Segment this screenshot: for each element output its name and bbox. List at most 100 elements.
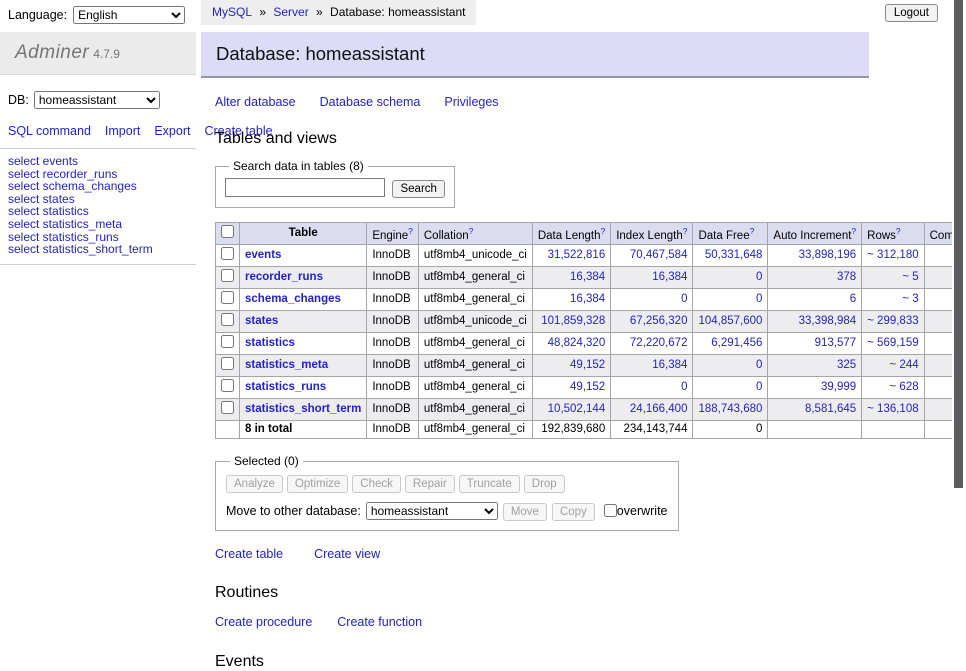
optimize-button[interactable]: Optimize <box>287 475 348 493</box>
sidebar-action-export[interactable]: Export <box>154 124 190 138</box>
sidebar-item-select-statistics_meta[interactable]: select statistics_meta <box>8 218 196 231</box>
cell-engine: InnoDB <box>367 377 419 399</box>
column-help-link[interactable]: ? <box>750 226 755 236</box>
column-header-engine: Engine? <box>367 222 419 245</box>
table-row: statisticsInnoDButf8mb4_general_ci48,824… <box>216 333 966 355</box>
row-checkbox-schema_changes[interactable] <box>221 291 234 304</box>
link-create-procedure[interactable]: Create procedure <box>215 615 312 629</box>
page-title: Database: homeassistant <box>201 32 869 78</box>
cell-collation: utf8mb4_general_ci <box>418 267 532 289</box>
copy-button[interactable]: Copy <box>552 503 595 521</box>
cell-index-length: 70,467,584 <box>611 245 693 267</box>
table-link-statistics[interactable]: statistics <box>245 337 295 349</box>
link-create-function[interactable]: Create function <box>337 615 422 629</box>
check-button[interactable]: Check <box>352 475 401 493</box>
table-link-recorder_runs[interactable]: recorder_runs <box>245 271 323 283</box>
cell-engine: InnoDB <box>367 355 419 377</box>
move-button[interactable]: Move <box>503 503 547 521</box>
cell-data-free: 0 <box>693 377 768 399</box>
overwrite-checkbox[interactable] <box>604 504 617 517</box>
sidebar-item-select-events[interactable]: select events <box>8 155 196 168</box>
table-row: eventsInnoDButf8mb4_unicode_ci31,522,816… <box>216 245 966 267</box>
breadcrumb-item[interactable]: Server <box>273 5 308 19</box>
row-checkbox-statistics[interactable] <box>221 335 234 348</box>
cell-data-free: 50,331,648 <box>693 245 768 267</box>
sidebar-item-select-statistics_short_term[interactable]: select statistics_short_term <box>8 243 196 256</box>
row-checkbox-recorder_runs[interactable] <box>221 269 234 282</box>
sidebar-action-sql-command[interactable]: SQL command <box>8 124 91 138</box>
sidebar-action-import[interactable]: Import <box>105 124 140 138</box>
select-all-cell <box>216 222 240 245</box>
breadcrumb-item[interactable]: MySQL <box>212 5 252 19</box>
table-link-events[interactable]: events <box>245 249 281 261</box>
search-fieldset: Search data in tables (8) Search <box>215 159 455 208</box>
search-button[interactable]: Search <box>392 180 444 198</box>
cell-collation: utf8mb4_unicode_ci <box>418 245 532 267</box>
row-checkbox-statistics_runs[interactable] <box>221 379 234 392</box>
column-help-link[interactable]: ? <box>683 226 688 236</box>
column-help-link[interactable]: ? <box>896 226 901 236</box>
row-checkbox-events[interactable] <box>221 247 234 260</box>
cell-index-length: 16,384 <box>611 267 693 289</box>
scrollbar-thumb[interactable] <box>954 0 963 488</box>
column-header-datalen: Data Length? <box>532 222 610 245</box>
db-select[interactable]: homeassistant <box>34 91 160 109</box>
column-help-link[interactable]: ? <box>469 226 474 236</box>
link-database-schema[interactable]: Database schema <box>320 95 421 109</box>
table-link-states[interactable]: states <box>245 315 278 327</box>
cell-auto-increment: 33,898,196 <box>768 245 862 267</box>
breadcrumb-item: Database: homeassistant <box>330 5 465 19</box>
scrollbar-track[interactable] <box>952 0 966 543</box>
table-row: recorder_runsInnoDButf8mb4_general_ci16,… <box>216 267 966 289</box>
selected-fieldset: Selected (0) AnalyzeOptimizeCheckRepairT… <box>215 454 679 531</box>
sidebar-item-select-schema_changes[interactable]: select schema_changes <box>8 180 196 193</box>
move-row: Move to other database:homeassistantMove… <box>226 502 668 521</box>
move-database-select[interactable]: homeassistant <box>366 502 498 520</box>
row-checkbox-statistics_short_term[interactable] <box>221 401 234 414</box>
link-create-view[interactable]: Create view <box>314 547 380 561</box>
column-header-rows: Rows? <box>862 222 924 245</box>
row-checkbox-statistics_meta[interactable] <box>221 357 234 370</box>
table-row: statistics_short_termInnoDButf8mb4_gener… <box>216 399 966 421</box>
search-legend: Search data in tables (8) <box>229 159 368 173</box>
cell-index-length: 0 <box>611 377 693 399</box>
cell-rows: ~ 628 <box>862 377 924 399</box>
language-select[interactable]: English <box>73 6 185 24</box>
cell-auto-increment: 33,398,984 <box>768 311 862 333</box>
selected-buttons: AnalyzeOptimizeCheckRepairTruncateDrop <box>226 475 668 493</box>
cell-data-free: 6,291,456 <box>693 333 768 355</box>
truncate-button[interactable]: Truncate <box>459 475 520 493</box>
search-input[interactable] <box>225 178 385 197</box>
analyze-button[interactable]: Analyze <box>226 475 283 493</box>
drop-button[interactable]: Drop <box>524 475 565 493</box>
table-link-statistics_short_term[interactable]: statistics_short_term <box>245 403 361 415</box>
select-all-checkbox[interactable] <box>221 225 234 238</box>
breadcrumb-separator: » <box>313 5 326 19</box>
cell-index-length: 24,166,400 <box>611 399 693 421</box>
cell-auto-increment: 378 <box>768 267 862 289</box>
table-row: schema_changesInnoDButf8mb4_general_ci16… <box>216 289 966 311</box>
cell-collation: utf8mb4_general_ci <box>418 289 532 311</box>
column-help-link[interactable]: ? <box>408 226 413 236</box>
column-help-link[interactable]: ? <box>851 226 856 236</box>
column-header-collation: Collation? <box>418 222 532 245</box>
cell-data-free: 0 <box>693 355 768 377</box>
table-link-schema_changes[interactable]: schema_changes <box>245 293 341 305</box>
cell-auto-increment: 8,581,645 <box>768 399 862 421</box>
repair-button[interactable]: Repair <box>405 475 455 493</box>
routines-heading: Routines <box>215 584 966 602</box>
link-create-table[interactable]: Create table <box>215 547 283 561</box>
cell-collation: utf8mb4_general_ci <box>418 355 532 377</box>
column-help-link[interactable]: ? <box>600 226 605 236</box>
link-privileges[interactable]: Privileges <box>444 95 498 109</box>
row-checkbox-states[interactable] <box>221 313 234 326</box>
cell-data-length: 16,384 <box>532 289 610 311</box>
cell-collation: utf8mb4_unicode_ci <box>418 311 532 333</box>
column-header-indexlen: Index Length? <box>611 222 693 245</box>
link-alter-database[interactable]: Alter database <box>215 95 296 109</box>
table-link-statistics_runs[interactable]: statistics_runs <box>245 381 326 393</box>
table-link-statistics_meta[interactable]: statistics_meta <box>245 359 328 371</box>
cell-collation: utf8mb4_general_ci <box>418 377 532 399</box>
app-name: Adminer <box>15 42 89 63</box>
logout-button[interactable]: Logout <box>885 4 938 22</box>
